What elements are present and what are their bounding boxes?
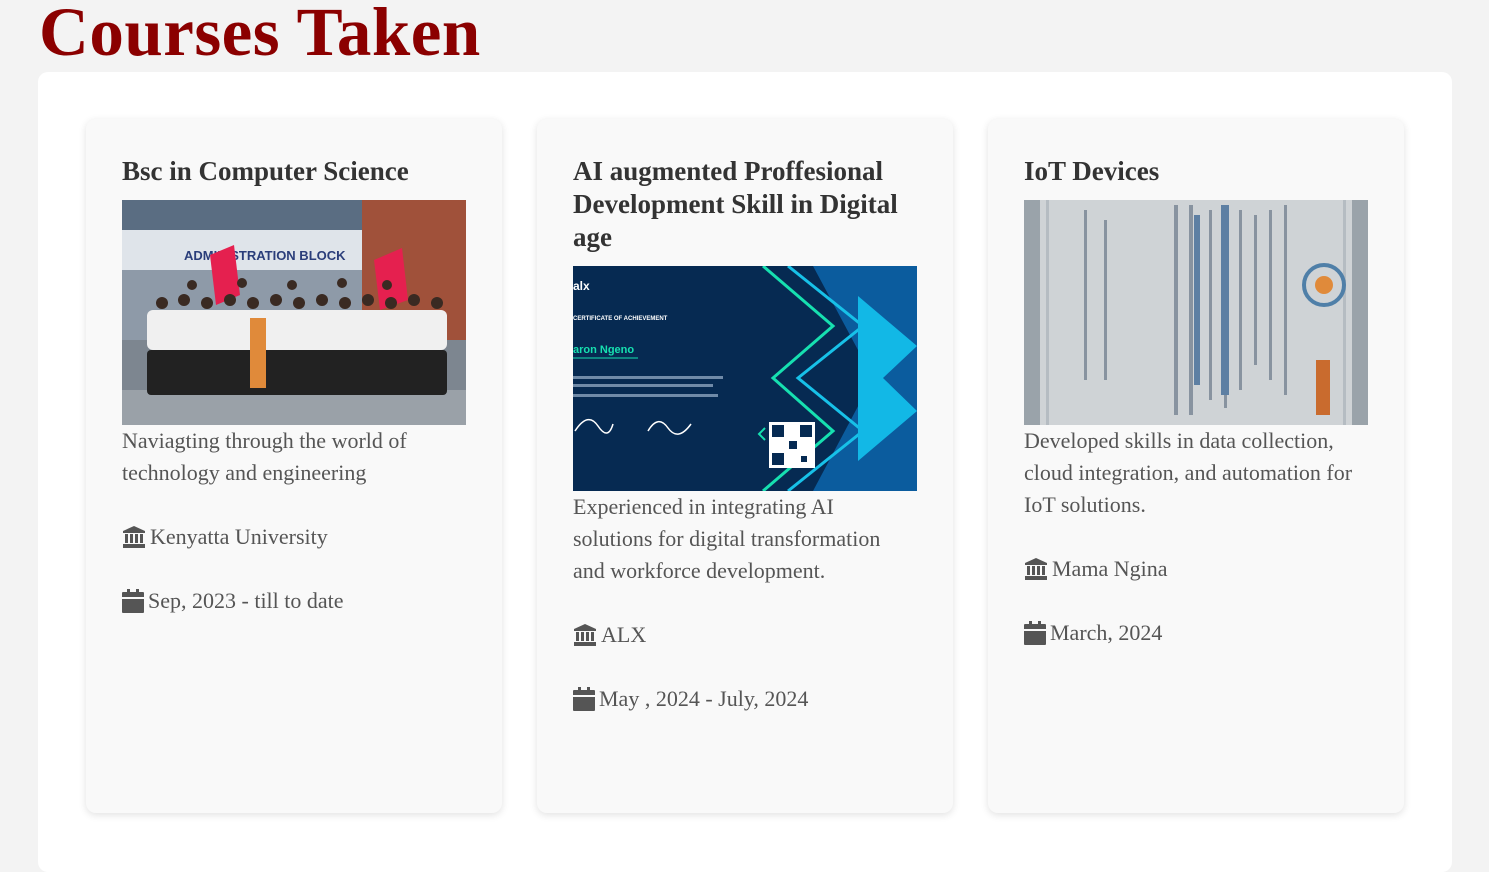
certificate-heading: CERTIFICATE OF ACHIEVEMENT — [573, 316, 668, 322]
institution-name: ALX — [601, 622, 647, 647]
course-description: Naviagting through the world of technolo… — [122, 428, 407, 485]
course-institution: ALX — [573, 619, 917, 651]
course-institution: Mama Ngina — [1024, 553, 1368, 585]
building-sign: ADMINISTRATION BLOCK — [184, 248, 346, 263]
course-card-iot: IoT Devices Developed skills in data col… — [988, 119, 1404, 813]
date-range: Sep, 2023 - till to date — [148, 588, 344, 613]
date-range: May , 2024 - July, 2024 — [599, 686, 809, 711]
course-image-alx-certificate: alx CERTIFICATE OF ACHIEVEMENT aron Ngen… — [573, 266, 917, 491]
date-range: March, 2024 — [1050, 620, 1163, 645]
course-image-hackathon-certificate — [1024, 200, 1368, 425]
page-title: Courses Taken — [39, 0, 481, 70]
university-icon — [123, 526, 145, 548]
course-card-bsc: Bsc in Computer Science ADMINISTRATION B… — [86, 119, 502, 813]
institution-name: Kenyatta University — [150, 524, 328, 549]
calendar-icon — [1024, 621, 1046, 645]
course-institution: Kenyatta University — [122, 521, 466, 553]
university-icon — [574, 624, 596, 646]
alx-logo: alx — [573, 279, 590, 293]
course-date: Sep, 2023 - till to date — [122, 585, 466, 617]
course-card-ai: AI augmented Proffesional Development Sk… — [537, 119, 953, 813]
course-date: May , 2024 - July, 2024 — [573, 683, 917, 715]
calendar-icon — [122, 589, 144, 613]
course-title: IoT Devices — [1024, 156, 1160, 186]
course-title: Bsc in Computer Science — [122, 156, 409, 186]
university-icon — [1025, 558, 1047, 580]
course-description: Developed skills in data collection, clo… — [1024, 428, 1353, 517]
course-image-graduation-photo: ADMINISTRATION BLOCK — [122, 200, 466, 425]
institution-name: Mama Ngina — [1052, 556, 1168, 581]
course-date: March, 2024 — [1024, 617, 1368, 649]
calendar-icon — [573, 687, 595, 711]
certificate-recipient: aron Ngeno — [573, 344, 634, 356]
course-title: AI augmented Proffesional Development Sk… — [573, 156, 898, 252]
course-description: Experienced in integrating AI solutions … — [573, 494, 881, 583]
